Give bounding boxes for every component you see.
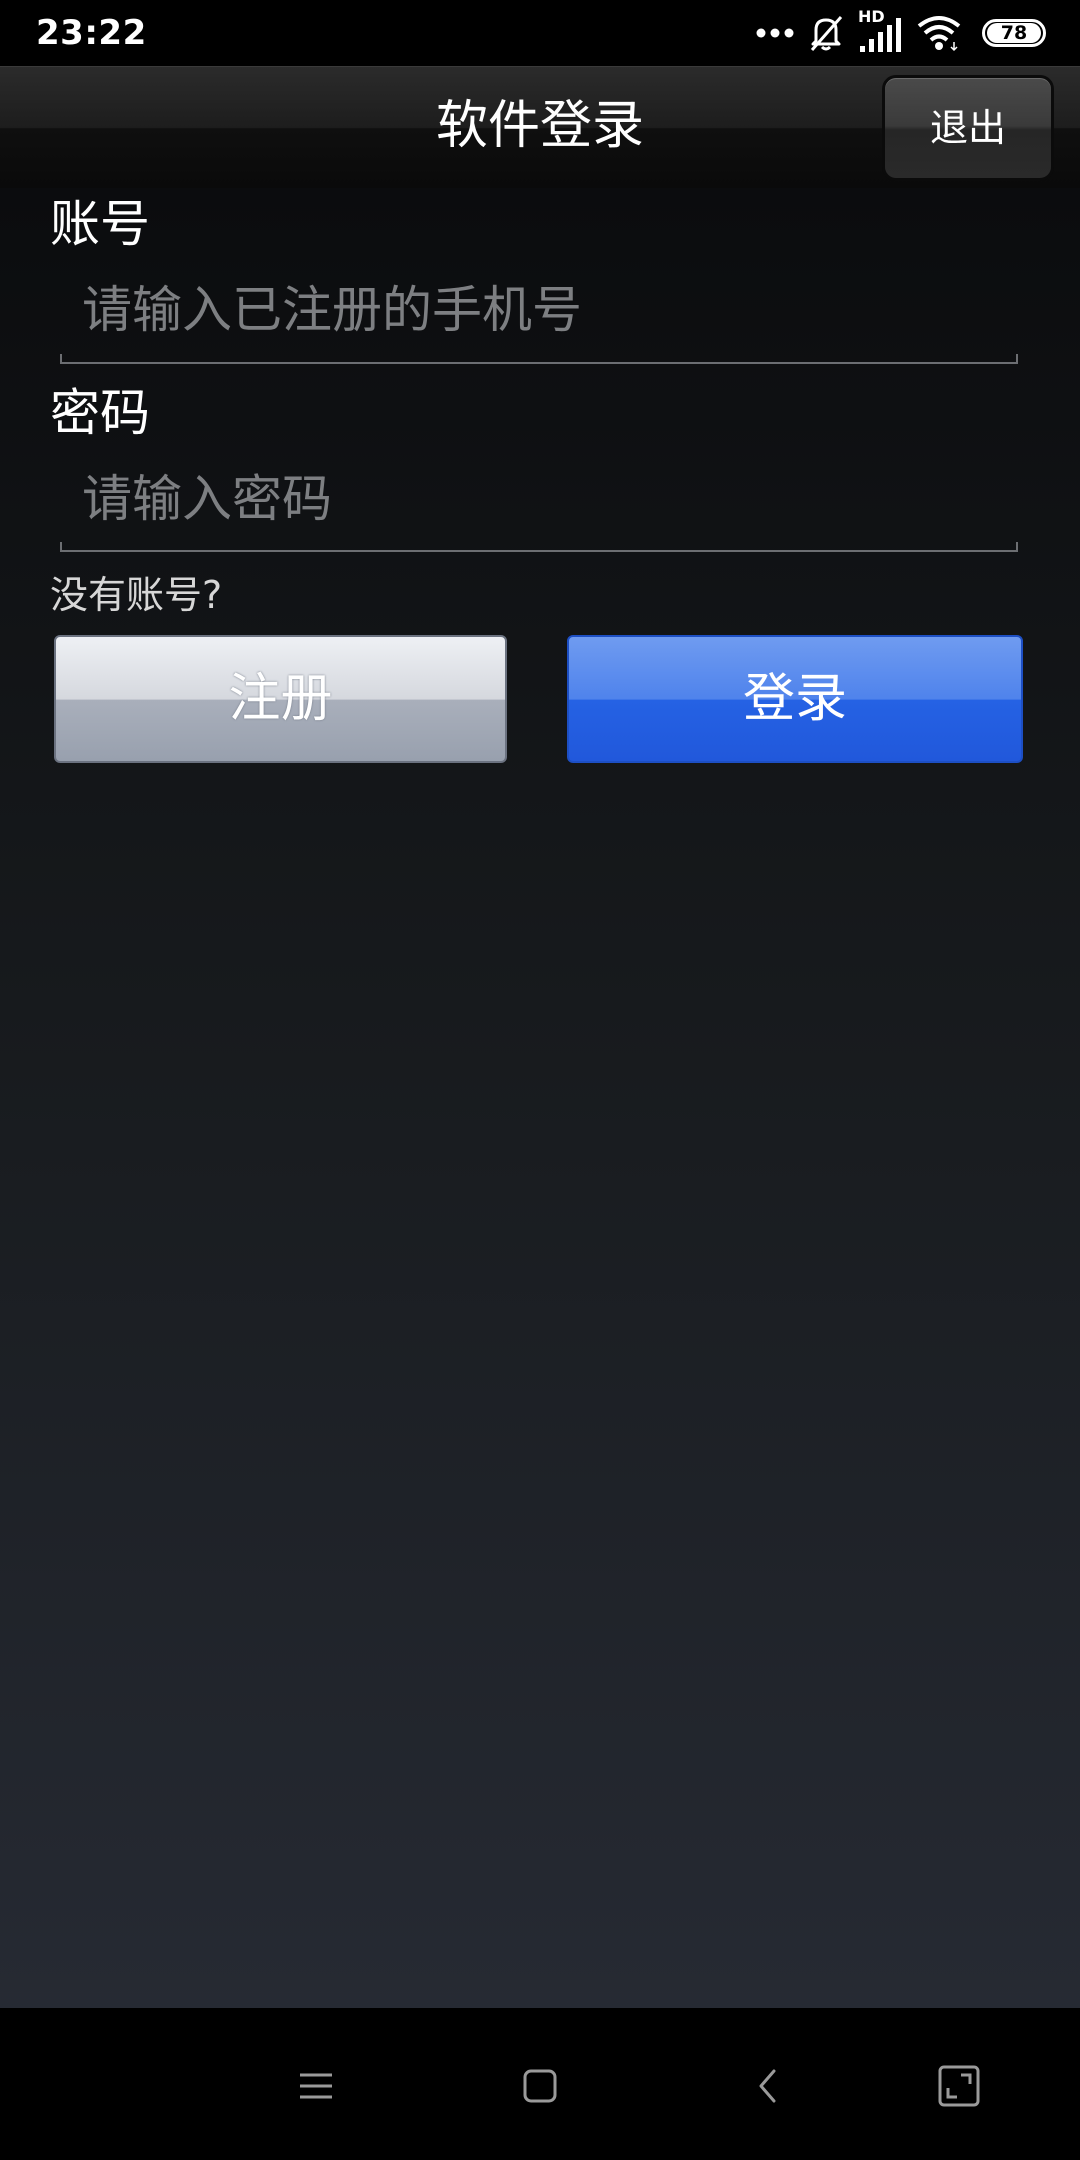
battery-level: 78 [987, 23, 1041, 43]
more-dots-icon [756, 27, 794, 39]
account-input-underline [60, 354, 1018, 364]
home-icon[interactable] [512, 2058, 568, 2114]
bell-muted-icon [808, 14, 844, 52]
account-label: 账号 [50, 195, 150, 253]
register-button[interactable]: 注册 [54, 635, 507, 763]
wifi-icon [916, 14, 962, 52]
status-time: 23:22 [36, 13, 147, 53]
login-form: 账号 密码 没有账号? 注册 登录 [0, 188, 1080, 2008]
title-bar: 软件登录 退出 [0, 66, 1080, 188]
password-input[interactable] [62, 454, 1018, 544]
app-screen: 23:22 HD 78 软件登录 退出 账号 请输入已注册的手机号 密码 没有账… [0, 0, 1080, 2160]
menu-icon[interactable] [288, 2058, 344, 2114]
navigation-bar [0, 2008, 1080, 2160]
back-icon[interactable] [740, 2058, 796, 2114]
account-input[interactable] [62, 265, 1018, 355]
status-bar: 23:22 HD 78 [0, 0, 1080, 66]
status-icons: HD 78 [756, 8, 1046, 56]
screenshot-icon[interactable] [931, 2058, 987, 2114]
no-account-text: 没有账号? [50, 573, 223, 617]
exit-button[interactable]: 退出 [882, 75, 1054, 181]
password-label: 密码 [50, 384, 150, 442]
password-input-underline [60, 542, 1018, 552]
signal-icon: HD [858, 8, 902, 54]
battery-icon: 78 [982, 19, 1046, 47]
login-button[interactable]: 登录 [567, 635, 1023, 763]
